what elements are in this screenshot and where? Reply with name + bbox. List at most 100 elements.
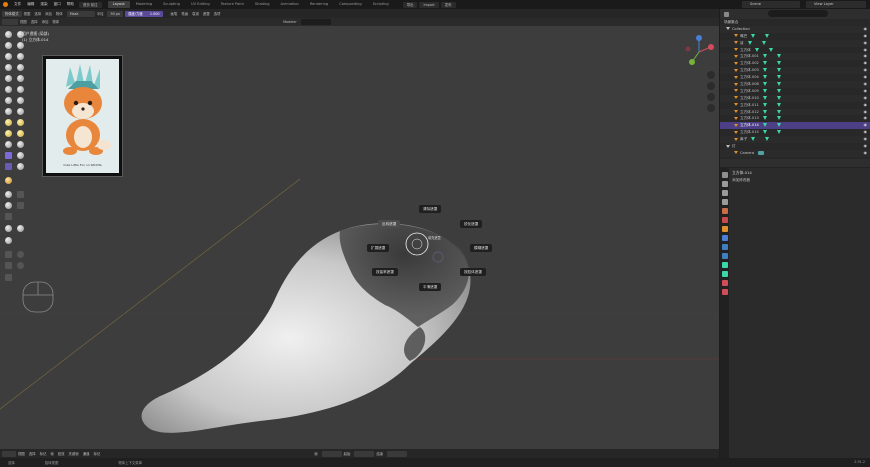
mesh-data-icon[interactable] — [751, 33, 756, 38]
brush-name-field[interactable]: Mask — [66, 10, 95, 17]
pie-mask-by-curvature[interactable]: 按曲率遮罩 — [372, 268, 398, 276]
data-tab-icon[interactable] — [721, 271, 728, 277]
search-field[interactable] — [300, 19, 331, 25]
pie-invert-mask[interactable]: 反转遮罩 — [378, 220, 401, 228]
mode-selector[interactable]: 物体模式 — [2, 10, 22, 17]
tab-modeling[interactable]: Modeling — [131, 1, 157, 8]
radius-field[interactable]: 50 px — [107, 10, 124, 17]
tab-rendering[interactable]: Rendering — [305, 1, 333, 8]
outliner-row[interactable]: 立方体.010 ◉ — [720, 94, 870, 102]
timeline-menu-frame[interactable]: 帧 — [50, 450, 53, 458]
strength-field[interactable]: 强度/力度 1.000 — [125, 10, 163, 17]
mesh-data-icon[interactable] — [754, 47, 759, 52]
menu-add-2[interactable]: 添加 — [42, 18, 49, 26]
outliner-row[interactable]: 立方体.001 ◉ — [720, 53, 870, 61]
menu-window[interactable]: 窗口 — [51, 0, 64, 9]
clay-icon[interactable] — [5, 42, 12, 49]
visibility-eye-icon[interactable]: ◉ — [864, 53, 868, 60]
modifier-icon[interactable] — [776, 61, 781, 66]
mesh-data-icon[interactable] — [751, 137, 756, 142]
menu-select[interactable]: 选择 — [34, 10, 41, 18]
menu-file[interactable]: 文件 — [11, 0, 24, 9]
menu-render[interactable]: 渲染 — [37, 0, 50, 9]
end-frame-field[interactable] — [387, 450, 408, 457]
mesh-data-icon[interactable] — [762, 123, 767, 128]
current-frame-field[interactable] — [321, 450, 342, 457]
visibility-eye-icon[interactable]: ◉ — [864, 26, 868, 33]
outliner-row[interactable]: 立方体.009 ◉ — [720, 88, 870, 95]
scale-icon[interactable] — [5, 262, 12, 269]
mesh-data-icon[interactable] — [762, 82, 767, 87]
layer-icon[interactable] — [5, 53, 12, 60]
tab-sculpting[interactable]: Sculpting — [158, 1, 185, 8]
modifier-icon[interactable] — [765, 33, 770, 38]
cloth-filter-icon[interactable] — [17, 225, 24, 232]
visibility-eye-icon[interactable]: ◉ — [864, 88, 868, 95]
modifier-icon[interactable] — [776, 95, 781, 100]
modifier-icon[interactable] — [768, 47, 773, 52]
constraints-tab-icon[interactable] — [721, 262, 728, 268]
pie-clear-mask[interactable]: 清除遮罩 — [419, 205, 442, 213]
menu-object[interactable]: 物体 — [56, 10, 63, 18]
outliner-scene-collection[interactable]: 场景集合 — [720, 19, 870, 26]
rotate-tool-icon[interactable] — [17, 251, 24, 258]
modifier-icon[interactable] — [776, 130, 781, 135]
visibility-eye-icon[interactable]: ◉ — [864, 102, 868, 109]
visibility-eye-icon[interactable]: ◉ — [864, 67, 868, 74]
outliner-row[interactable]: 立方体.008 ◉ — [720, 81, 870, 88]
pie-blur-mask[interactable]: 模糊遮罩 — [470, 244, 493, 252]
material-tab-icon[interactable] — [721, 280, 728, 286]
reference-image[interactable]: Cute Little Fox on Wildlife — [42, 55, 123, 177]
boundary-icon[interactable] — [5, 152, 12, 159]
menu-mask[interactable]: 遮罩 — [203, 10, 210, 18]
menu-edit[interactable]: 编辑 — [24, 0, 37, 9]
scrape-icon[interactable] — [17, 86, 24, 93]
mesh-data-icon[interactable] — [762, 61, 767, 66]
menu-select-2[interactable]: 选择 — [31, 18, 38, 26]
mesh-data-icon[interactable] — [747, 40, 752, 45]
view-layer-selector[interactable]: View Layer — [806, 1, 866, 8]
outliner-row[interactable]: 立方体.002 ◉ — [720, 60, 870, 67]
visibility-eye-icon[interactable]: ◉ — [864, 74, 868, 81]
menu-add[interactable]: 添加 — [45, 10, 52, 18]
modifier-icon[interactable] — [776, 54, 781, 59]
timeline-menu-select[interactable]: 选择 — [29, 450, 36, 458]
move-icon[interactable] — [5, 251, 12, 258]
snake-hook-icon[interactable] — [5, 119, 12, 126]
mesh-data-icon[interactable] — [762, 68, 767, 73]
visibility-eye-icon[interactable]: ◉ — [864, 40, 868, 47]
timeline-menu-markers[interactable]: 标记 — [93, 450, 100, 458]
annotate-icon[interactable] — [5, 274, 12, 281]
box-trim-icon[interactable] — [17, 202, 24, 209]
modifier-tab-icon[interactable] — [721, 235, 728, 241]
flatten-icon[interactable] — [17, 75, 24, 82]
object-tab-icon[interactable] — [721, 226, 728, 232]
texture-tab-icon[interactable] — [721, 289, 728, 295]
draw-face-sets-icon[interactable] — [5, 177, 12, 184]
tab-animation[interactable]: Animation — [276, 1, 304, 8]
outliner-row[interactable]: 灯 ◉ — [720, 143, 870, 150]
mask-brush-icon[interactable] — [5, 163, 12, 170]
visibility-eye-icon[interactable]: ◉ — [864, 60, 868, 67]
elastic-deform-icon[interactable] — [17, 108, 24, 115]
tab-texture-paint[interactable]: Texture Paint — [216, 1, 249, 8]
color-filter-icon[interactable] — [5, 237, 12, 244]
pinch-icon[interactable] — [17, 97, 24, 104]
outliner-row[interactable]: 立方体.012 ◉ — [720, 108, 870, 116]
box-face-set-icon[interactable] — [5, 202, 12, 209]
mesh-data-icon[interactable] — [762, 75, 767, 80]
mesh-data-icon[interactable] — [762, 130, 767, 135]
tab-uv-editing[interactable]: UV Editing — [186, 1, 215, 8]
tab-compositing[interactable]: Compositing — [334, 1, 367, 8]
modifier-icon[interactable] — [776, 88, 781, 93]
outliner-row[interactable]: 立方体.015 ◉ — [720, 129, 870, 136]
visibility-eye-icon[interactable]: ◉ — [864, 150, 868, 157]
mesh-data-icon[interactable] — [762, 54, 767, 59]
modifier-icon[interactable] — [776, 109, 781, 114]
modifier-icon[interactable] — [776, 102, 781, 107]
outliner-search-input[interactable] — [768, 10, 828, 17]
draw-brush-icon[interactable] — [5, 31, 12, 38]
pie-sharpen-mask[interactable]: 锐化遮罩 — [460, 220, 483, 228]
crease-icon[interactable] — [17, 64, 24, 71]
scene-tab-icon[interactable] — [721, 208, 728, 214]
